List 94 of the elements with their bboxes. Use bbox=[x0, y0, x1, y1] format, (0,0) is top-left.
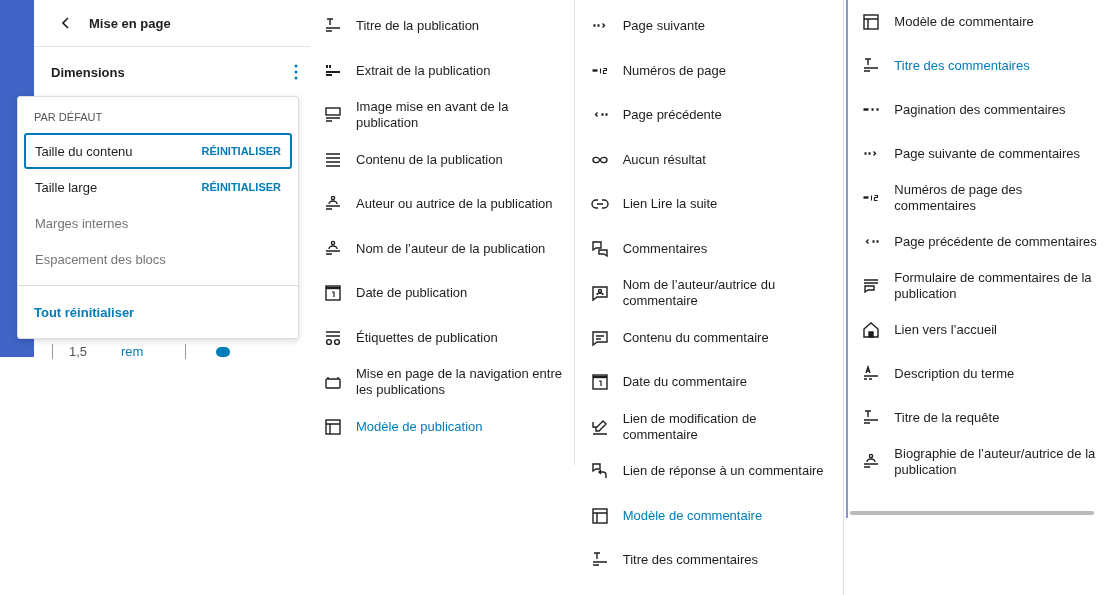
block-label: Description du terme bbox=[894, 366, 1015, 382]
menu-item[interactable]: Marges internes bbox=[24, 205, 292, 241]
block-label: Page précédente bbox=[622, 107, 722, 124]
speech-bubbles-icon bbox=[589, 238, 610, 259]
block-label: Lien de réponse à un commentaire bbox=[622, 463, 824, 480]
block-label: Titre des commentaires bbox=[894, 58, 1030, 74]
block-item[interactable]: Titre des commentaires bbox=[848, 44, 1118, 88]
block-item[interactable]: Date du commentaire bbox=[576, 360, 844, 405]
block-label: Page suivante de commentaires bbox=[894, 146, 1081, 162]
block-item[interactable]: Commentaires bbox=[576, 226, 844, 271]
home-icon bbox=[861, 320, 882, 340]
block-item[interactable]: Numéros de page bbox=[576, 48, 844, 93]
template-icon bbox=[589, 505, 610, 526]
block-label: Extrait de la publication bbox=[356, 62, 491, 79]
dots-icon bbox=[863, 107, 880, 113]
block-item[interactable]: Page suivante de commentaires bbox=[848, 132, 1118, 176]
menu-heading: PAR DÉFAUT bbox=[33, 110, 104, 125]
block-label: Date de publication bbox=[356, 285, 468, 302]
template-icon bbox=[323, 416, 343, 437]
block-label: Nom de l’auteur de la publication bbox=[356, 240, 546, 257]
menu-item[interactable]: Taille large RÉINITIALISER bbox=[24, 169, 292, 205]
block-label: Image mise en avant de la publication bbox=[356, 99, 510, 132]
block-label: Date du commentaire bbox=[622, 374, 747, 391]
block-label: Auteur ou autrice de la publication bbox=[356, 196, 553, 213]
section-title: Dimensions bbox=[51, 64, 125, 80]
block-item[interactable]: Contenu de la publication bbox=[310, 137, 574, 182]
block-item[interactable]: Pagination des commentaires bbox=[848, 88, 1118, 132]
dots-arrow-left-icon bbox=[863, 239, 880, 245]
block-label: Numéros de page bbox=[622, 62, 726, 79]
block-label: Biographie de l’auteur/autrice de la publication bbox=[894, 446, 1097, 478]
calendar-icon bbox=[589, 372, 610, 393]
page-numbers-icon bbox=[591, 67, 608, 74]
block-label: Titre de la requête bbox=[894, 410, 1000, 426]
block-item[interactable]: Extrait de la publication bbox=[310, 48, 574, 93]
block-label: Page suivante bbox=[622, 18, 706, 35]
block-label: Numéros de page des commentaires bbox=[894, 182, 1024, 214]
block-item[interactable]: Date de publication bbox=[310, 271, 574, 316]
block-item[interactable]: Page suivante bbox=[576, 4, 844, 49]
block-item[interactable]: Lien vers l’accueil bbox=[848, 308, 1118, 352]
template-icon bbox=[861, 12, 882, 32]
dots-arrow-right-icon bbox=[591, 23, 608, 30]
options-menu-icon[interactable] bbox=[292, 62, 300, 82]
block-item[interactable]: Lien Lire la suite bbox=[576, 182, 844, 227]
block-label: Nom de l’auteur/autrice du commentaire bbox=[622, 277, 777, 310]
block-label: Commentaires bbox=[622, 240, 708, 257]
block-label: Modèle de commentaire bbox=[894, 14, 1034, 30]
block-item[interactable]: Page précédente de commentaires bbox=[848, 220, 1118, 264]
block-item[interactable]: Titre de la requête bbox=[848, 396, 1118, 440]
block-item[interactable]: Étiquettes de publication bbox=[310, 315, 574, 360]
block-label: Étiquettes de publication bbox=[356, 329, 498, 346]
block-item[interactable]: Aucun résultat bbox=[576, 137, 844, 182]
block-item[interactable]: Biographie de l’auteur/autrice de la publication bbox=[848, 440, 1118, 484]
toggle-knob-icon[interactable] bbox=[216, 346, 230, 357]
block-label: Modèle de publication bbox=[356, 418, 483, 435]
block-item[interactable]: Lien de réponse à un commentaire bbox=[576, 449, 844, 494]
unit-text: rem bbox=[121, 344, 186, 359]
block-label: Contenu de la publication bbox=[356, 151, 503, 168]
block-label: Mise en page de la navigation entre les publications bbox=[356, 366, 562, 399]
block-label: Lien de modification de commentaire bbox=[622, 410, 758, 443]
block-item[interactable]: Lien de modification de commentaire bbox=[576, 404, 844, 449]
menu-item[interactable]: Espacement des blocs bbox=[24, 241, 292, 277]
block-label: Modèle de commentaire bbox=[622, 507, 763, 524]
block-item[interactable]: Image mise en avant de la publication bbox=[310, 93, 574, 138]
block-item[interactable]: Titre de la publication bbox=[310, 4, 574, 49]
block-label: Pagination des commentaires bbox=[894, 102, 1066, 118]
calendar-icon bbox=[323, 283, 343, 304]
block-item[interactable]: Modèle de commentaire bbox=[848, 0, 1118, 44]
page-numbers-icon bbox=[863, 195, 880, 201]
block-label: Lien vers l’accueil bbox=[894, 322, 997, 338]
block-item[interactable]: Numéros de page des commentaires bbox=[848, 176, 1118, 220]
block-label: Page précédente de commentaires bbox=[894, 234, 1097, 250]
panel-title: Mise en page bbox=[89, 15, 171, 31]
block-label: Lien Lire la suite bbox=[622, 196, 718, 213]
menu-item[interactable]: Taille du contenu RÉINITIALISER bbox=[24, 133, 292, 169]
reset-all-button[interactable]: Tout réinitialiser bbox=[18, 286, 151, 338]
block-item[interactable]: Nom de l’auteur/autrice du commentaire bbox=[576, 271, 844, 316]
scrollbar[interactable] bbox=[850, 511, 1094, 515]
block-item[interactable]: Nom de l’auteur de la publication bbox=[310, 226, 574, 271]
block-item[interactable]: Contenu du commentaire bbox=[576, 315, 844, 360]
block-label: Contenu du commentaire bbox=[622, 329, 769, 346]
comment-person-icon bbox=[589, 283, 610, 304]
block-item[interactable]: Titre des commentaires bbox=[576, 538, 844, 583]
block-label: Titre des commentaires bbox=[622, 552, 758, 569]
block-label: Aucun résultat bbox=[622, 151, 706, 168]
block-label: Formulaire de commentaires de la publication bbox=[894, 270, 1093, 302]
block-item[interactable]: Description du terme bbox=[848, 352, 1118, 396]
block-item[interactable]: Modèle de commentaire bbox=[576, 493, 844, 538]
block-item[interactable]: Formulaire de commentaires de la publication bbox=[848, 264, 1118, 308]
block-item[interactable]: Auteur ou autrice de la publication bbox=[310, 182, 574, 227]
value-text: 1,5 bbox=[52, 344, 121, 359]
block-item[interactable]: Modèle de publication bbox=[310, 404, 574, 449]
block-label: Titre de la publication bbox=[356, 18, 480, 35]
block-item[interactable]: Page précédente bbox=[576, 93, 844, 138]
block-item[interactable]: Mise en page de la navigation entre les publications bbox=[310, 360, 574, 405]
